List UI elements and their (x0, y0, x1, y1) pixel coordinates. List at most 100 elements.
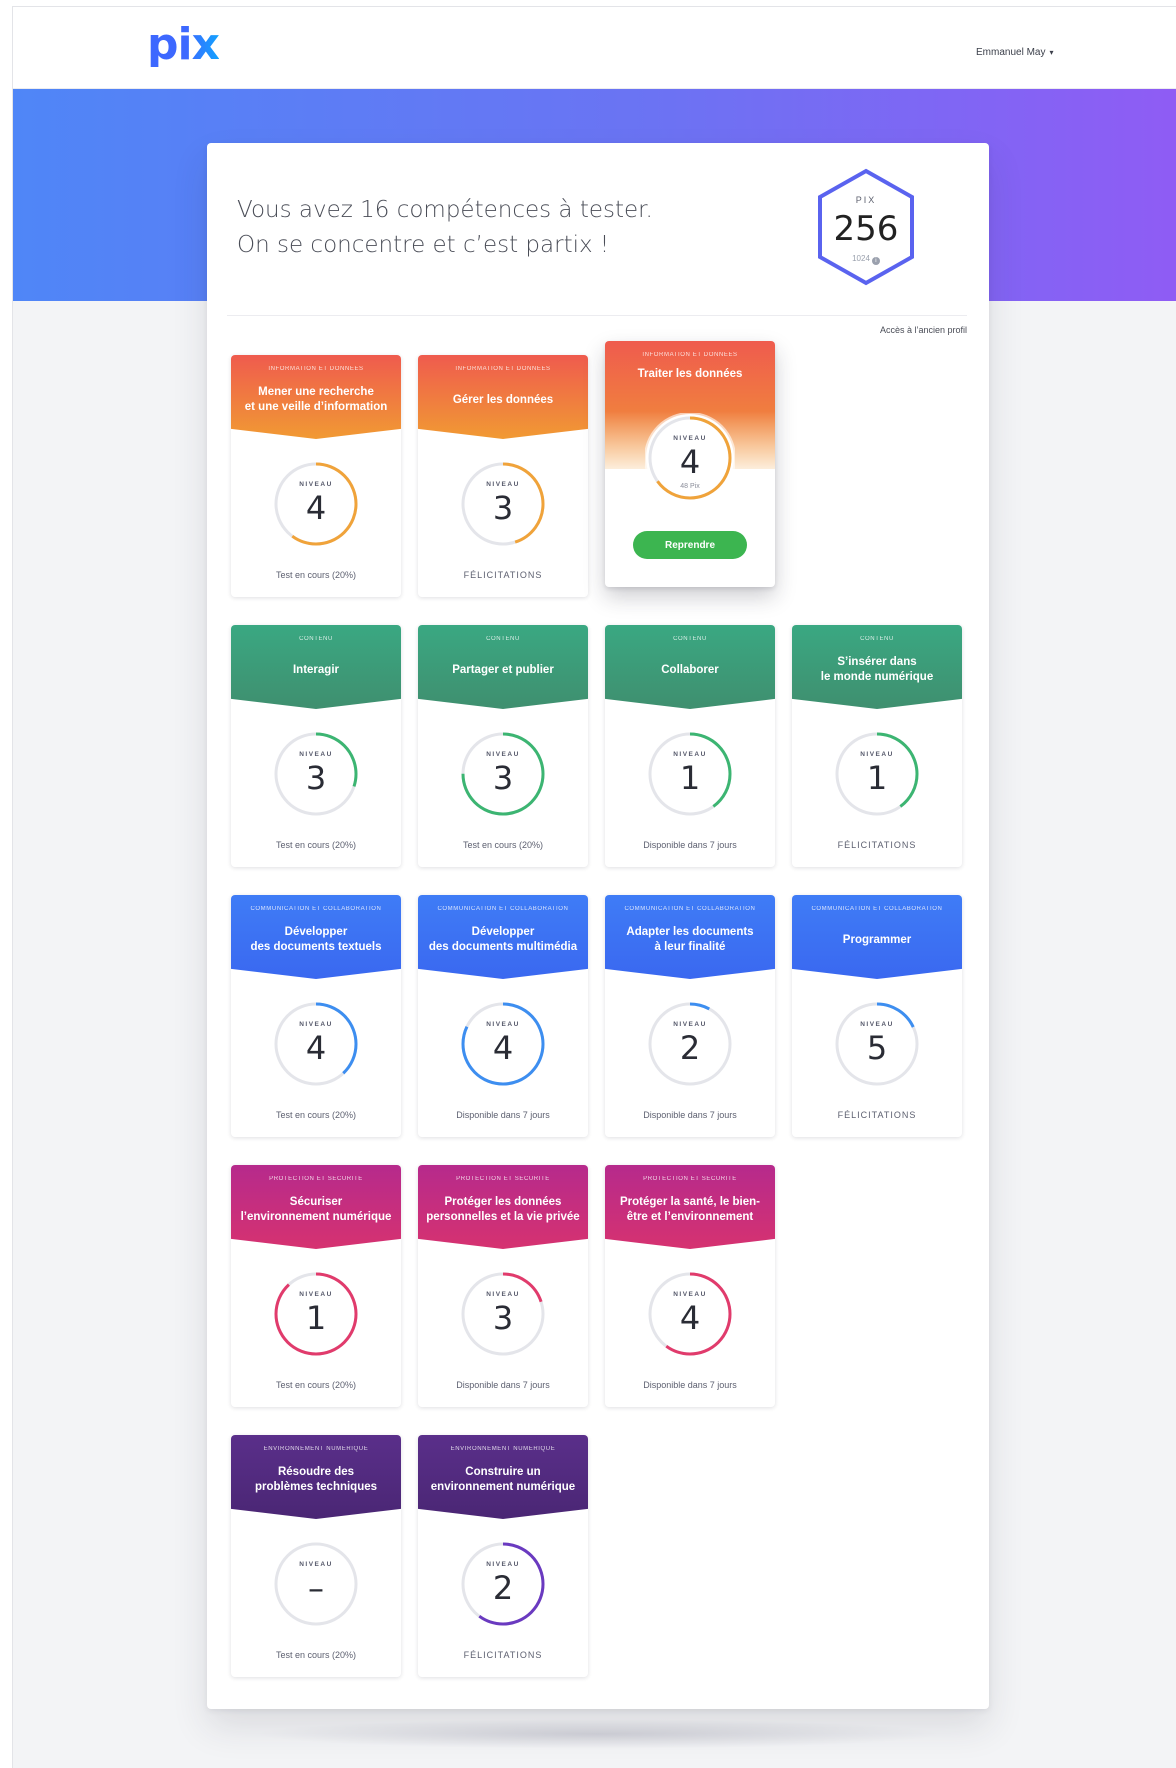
card-competence-name: Mener une recherche et une veille d’info… (244, 386, 388, 413)
card-header: Contenu S’insérer dans le monde numérique (792, 625, 962, 709)
card-competence-name: Protéger les données personnelles et la … (426, 1196, 580, 1223)
level-ring: NIVEAU 4 (645, 1269, 735, 1359)
card-domain: Environnement numérique (263, 1446, 369, 1452)
competence-card[interactable]: Information et données Traiter les donnée… (605, 341, 775, 587)
old-profile-link[interactable]: Accès à l’ancien profil (880, 325, 967, 335)
level-value: 5 (866, 1029, 888, 1067)
resume-button[interactable]: Reprendre (633, 531, 747, 559)
level-label: NIVEAU (673, 1021, 707, 1028)
card-status: FÉLICITATIONS (463, 1650, 543, 1660)
competence-card[interactable]: Protection et sécurité Protéger les donné… (418, 1165, 588, 1407)
user-menu[interactable]: Emmanuel May ▾ (976, 47, 1053, 58)
card-status: Test en cours (20%) (275, 570, 357, 580)
level-label: NIVEAU (673, 435, 707, 442)
chevron-down-icon: ▾ (1049, 48, 1054, 57)
competence-card[interactable]: Communication et collaboration Adapter le… (605, 895, 775, 1137)
level-pix-count: 48 Pix (680, 483, 700, 490)
card-domain: Protection et sécurité (456, 1176, 550, 1182)
card-header: Communication et collaboration Développer… (418, 895, 588, 979)
info-icon[interactable]: i (871, 257, 880, 265)
card-status: Test en cours (20%) (275, 840, 357, 850)
card-status: Test en cours (20%) (462, 840, 544, 850)
level-value: 3 (492, 1299, 514, 1337)
competence-card[interactable]: Communication et collaboration Développer… (418, 895, 588, 1137)
card-domain: Contenu (486, 636, 520, 642)
card-competence-name: S’insérer dans le monde numérique (820, 656, 934, 683)
competence-card[interactable]: Information et données Mener une recherch… (231, 355, 401, 597)
level-value: 3 (492, 489, 514, 527)
competence-card[interactable]: Communication et collaboration Développer… (231, 895, 401, 1137)
level-value: 1 (305, 1299, 327, 1337)
card-status: Disponible dans 7 jours (456, 1380, 550, 1390)
pix-score-badge: PIX 256 1024 i (810, 165, 922, 289)
level-label: NIVEAU (673, 1291, 707, 1298)
card-header: Communication et collaboration Programmer (792, 895, 962, 979)
card-competence-name: Partager et publier (452, 663, 554, 676)
card-status: Disponible dans 7 jours (643, 840, 737, 850)
level-ring: NIVEAU 1 (832, 729, 922, 819)
card-domain: Information et données (642, 352, 738, 358)
level-ring: NIVEAU 4 (271, 999, 361, 1089)
level-ring: NIVEAU 3 (458, 1269, 548, 1359)
card-competence-name: Développer des documents multimédia (428, 926, 578, 953)
competence-card[interactable]: Contenu S’insérer dans le monde numérique… (792, 625, 962, 867)
pix-score-value: 256 (833, 209, 899, 249)
card-status: FÉLICITATIONS (463, 570, 543, 580)
top-navigation-bar: pix Emmanuel May ▾ (13, 7, 1176, 89)
card-competence-name: Construire un environnement numérique (430, 1466, 576, 1493)
card-competence-name: Programmer (842, 933, 912, 946)
level-value: 4 (492, 1029, 514, 1067)
competence-card[interactable]: Contenu Interagir NIVEAU 3 Test en cours (20… (231, 625, 401, 867)
level-ring: NIVEAU 4 (271, 459, 361, 549)
card-header: Information et données Gérer les données (418, 355, 588, 439)
level-label: NIVEAU (860, 1021, 894, 1028)
divider (227, 315, 967, 316)
competence-card[interactable]: Protection et sécurité Protéger la santé,… (605, 1165, 775, 1407)
competence-card[interactable]: Contenu Partager et publier NIVEAU 3 Test en… (418, 625, 588, 867)
card-competence-name: Traiter les données (637, 367, 743, 380)
level-label: NIVEAU (299, 1291, 333, 1298)
level-ring: NIVEAU 2 (458, 1539, 548, 1629)
competence-card[interactable]: Environnement numérique Résoudre des prob… (231, 1435, 401, 1677)
card-status: Disponible dans 7 jours (643, 1110, 737, 1120)
pix-score-max-value: 1024 (852, 254, 870, 263)
card-status: FÉLICITATIONS (837, 1110, 917, 1120)
level-label: NIVEAU (299, 751, 333, 758)
card-competence-name: Adapter les documents à leur finalité (626, 926, 754, 953)
competences-panel: Vous avez 16 compétences à tester. On se… (207, 143, 989, 1709)
card-domain: Protection et sécurité (269, 1176, 363, 1182)
intro-line-1: Vous avez 16 compétences à tester. (237, 197, 653, 223)
competence-card[interactable]: Environnement numérique Construire un env… (418, 1435, 588, 1677)
card-domain: Information et données (268, 366, 364, 372)
card-header: Protection et sécurité Sécuriser l’enviro… (231, 1165, 401, 1249)
level-ring: NIVEAU 3 (458, 459, 548, 549)
level-label: NIVEAU (486, 1561, 520, 1568)
card-domain: Communication et collaboration (624, 906, 756, 912)
competence-card[interactable]: Communication et collaboration Programmer… (792, 895, 962, 1137)
card-status: Test en cours (20%) (275, 1380, 357, 1390)
level-value: 4 (305, 1029, 327, 1067)
level-ring: NIVEAU 4 48 Pix (645, 413, 735, 503)
level-ring: NIVEAU 3 (271, 729, 361, 819)
level-value: 4 (679, 443, 701, 481)
intro-line-2: On se concentre et c’est partix ! (237, 232, 610, 258)
competence-card[interactable]: Information et données Gérer les données N… (418, 355, 588, 597)
card-header: Protection et sécurité Protéger la santé,… (605, 1165, 775, 1249)
card-domain: Contenu (860, 636, 894, 642)
level-value: 1 (679, 759, 701, 797)
competence-card[interactable]: Contenu Collaborer NIVEAU 1 Disponible dans … (605, 625, 775, 867)
card-header: Communication et collaboration Adapter le… (605, 895, 775, 979)
level-label: NIVEAU (486, 751, 520, 758)
intro-text: Vous avez 16 compétences à tester. On se… (237, 193, 653, 263)
level-ring: NIVEAU – (271, 1539, 361, 1629)
card-competence-name: Résoudre des problèmes techniques (254, 1466, 378, 1493)
level-label: NIVEAU (486, 481, 520, 488)
level-value: 4 (305, 489, 327, 527)
level-label: NIVEAU (860, 751, 894, 758)
level-value: 4 (679, 1299, 701, 1337)
panel-shadow (253, 1719, 943, 1749)
pix-logo[interactable]: pix (147, 23, 220, 67)
competence-card[interactable]: Protection et sécurité Sécuriser l’enviro… (231, 1165, 401, 1407)
card-domain: Information et données (455, 366, 551, 372)
card-status: FÉLICITATIONS (837, 840, 917, 850)
